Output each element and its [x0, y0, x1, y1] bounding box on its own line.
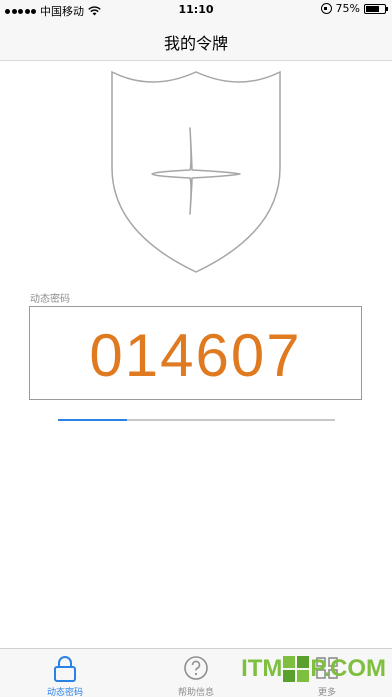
tab-label: 动态密码 [46, 688, 83, 698]
shield-icon [100, 68, 292, 280]
battery-icon [364, 3, 388, 14]
status-bar: 中国移动 11:10 75% [0, 0, 392, 20]
rotation-lock-icon [320, 3, 332, 14]
page-title: 我的令牌 [163, 34, 228, 53]
tab-dynamic-password[interactable]: 动态密码 [0, 649, 130, 698]
otp-code-box: 014607 [29, 306, 362, 400]
navigation-bar: 我的令牌 [0, 20, 392, 61]
battery-level [366, 5, 379, 12]
tab-label: 帮助信息 [177, 688, 214, 698]
status-right: 75% [320, 2, 388, 15]
watermark-text-left: ITM [241, 655, 283, 682]
otp-timer-progress-fill [58, 419, 128, 421]
watermark-grid-icon [283, 656, 310, 682]
tab-label: 更多 [317, 688, 336, 698]
otp-label: 动态密码 [30, 294, 70, 305]
itmop-watermark-logo: ITM P.COM [241, 655, 386, 683]
star-icon [151, 127, 241, 215]
otp-code: 014607 [89, 322, 302, 389]
question-icon [184, 656, 208, 684]
watermark-text-right: P.COM [310, 655, 386, 682]
lock-icon [53, 656, 77, 686]
battery-percent: 75% [335, 2, 360, 15]
otp-timer-progress [58, 419, 335, 421]
